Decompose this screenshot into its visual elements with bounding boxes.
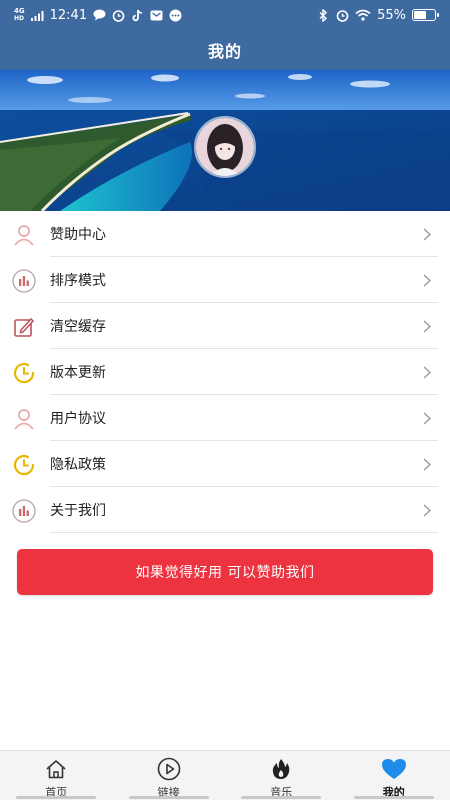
avatar[interactable] bbox=[194, 116, 256, 178]
chevron-right-icon bbox=[420, 410, 434, 426]
battery-icon bbox=[412, 9, 439, 21]
menu-item-sort-mode[interactable]: 排序模式 bbox=[0, 257, 450, 303]
chevron-right-icon bbox=[420, 272, 434, 288]
chevron-right-icon bbox=[420, 502, 434, 518]
bar-chart-icon bbox=[12, 269, 36, 293]
play-icon bbox=[156, 757, 182, 781]
mail-icon bbox=[150, 9, 163, 21]
sponsor-button[interactable]: 如果觉得好用 可以赞助我们 bbox=[17, 549, 433, 595]
menu-item-label: 用户协议 bbox=[50, 411, 106, 427]
person-icon bbox=[12, 223, 36, 247]
chevron-right-icon bbox=[420, 318, 434, 334]
network-type: 4G bbox=[14, 7, 25, 15]
tab-underline bbox=[353, 796, 434, 799]
tab-underline bbox=[241, 796, 322, 799]
page-title: 我的 bbox=[207, 42, 242, 61]
network-indicator: 4G HD bbox=[14, 7, 25, 23]
menu-item-label: 排序模式 bbox=[50, 273, 106, 289]
settings-menu: 赞助中心 排序模式 清空缓存 版本更新 用户协议 隐私政策 关于我们 bbox=[0, 211, 450, 533]
menu-item-privacy-policy[interactable]: 隐私政策 bbox=[0, 441, 450, 487]
menu-item-about-us[interactable]: 关于我们 bbox=[0, 487, 450, 533]
chevron-right-icon bbox=[420, 364, 434, 380]
menu-item-version-update[interactable]: 版本更新 bbox=[0, 349, 450, 395]
menu-item-label: 关于我们 bbox=[50, 503, 106, 519]
clock-icon bbox=[12, 361, 36, 385]
signal-icon bbox=[30, 9, 44, 21]
tab-mine[interactable]: 我的 bbox=[338, 751, 450, 800]
avatar-image bbox=[196, 118, 254, 176]
wifi-icon bbox=[355, 9, 371, 21]
person-icon bbox=[12, 407, 36, 431]
battery-percent: 55% bbox=[377, 7, 406, 23]
edit-icon bbox=[12, 315, 36, 339]
tab-underline bbox=[128, 796, 209, 799]
alarm-icon bbox=[336, 9, 349, 22]
divider bbox=[50, 532, 438, 533]
alarm-icon bbox=[112, 9, 125, 22]
message-icon bbox=[93, 9, 106, 21]
status-bar: 4G HD 12:41 55% bbox=[0, 0, 450, 30]
status-time: 12:41 bbox=[49, 7, 88, 23]
menu-item-label: 版本更新 bbox=[50, 365, 106, 381]
menu-item-label: 赞助中心 bbox=[50, 227, 106, 243]
bluetooth-icon bbox=[317, 8, 330, 22]
menu-item-label: 清空缓存 bbox=[50, 319, 106, 335]
flame-icon bbox=[268, 757, 294, 781]
menu-item-user-agreement[interactable]: 用户协议 bbox=[0, 395, 450, 441]
tab-underline bbox=[16, 796, 97, 799]
tab-home[interactable]: 首页 bbox=[0, 751, 113, 800]
menu-item-clear-cache[interactable]: 清空缓存 bbox=[0, 303, 450, 349]
tab-links[interactable]: 链接 bbox=[113, 751, 226, 800]
clock-icon bbox=[12, 453, 36, 477]
top-bar: 4G HD 12:41 55% 我的 bbox=[0, 0, 450, 70]
more-icon bbox=[169, 9, 182, 21]
network-subtype: HD bbox=[14, 15, 25, 22]
tiktok-icon bbox=[131, 9, 144, 21]
chevron-right-icon bbox=[420, 456, 434, 472]
bottom-tab-bar: 首页 链接 音乐 我的 bbox=[0, 750, 450, 800]
chevron-right-icon bbox=[420, 226, 434, 242]
menu-item-sponsor-center[interactable]: 赞助中心 bbox=[0, 211, 450, 257]
bar-chart-icon bbox=[12, 499, 36, 523]
menu-item-label: 隐私政策 bbox=[50, 457, 106, 473]
heart-icon bbox=[381, 757, 407, 781]
tab-music[interactable]: 音乐 bbox=[225, 751, 338, 800]
home-icon bbox=[43, 757, 69, 781]
